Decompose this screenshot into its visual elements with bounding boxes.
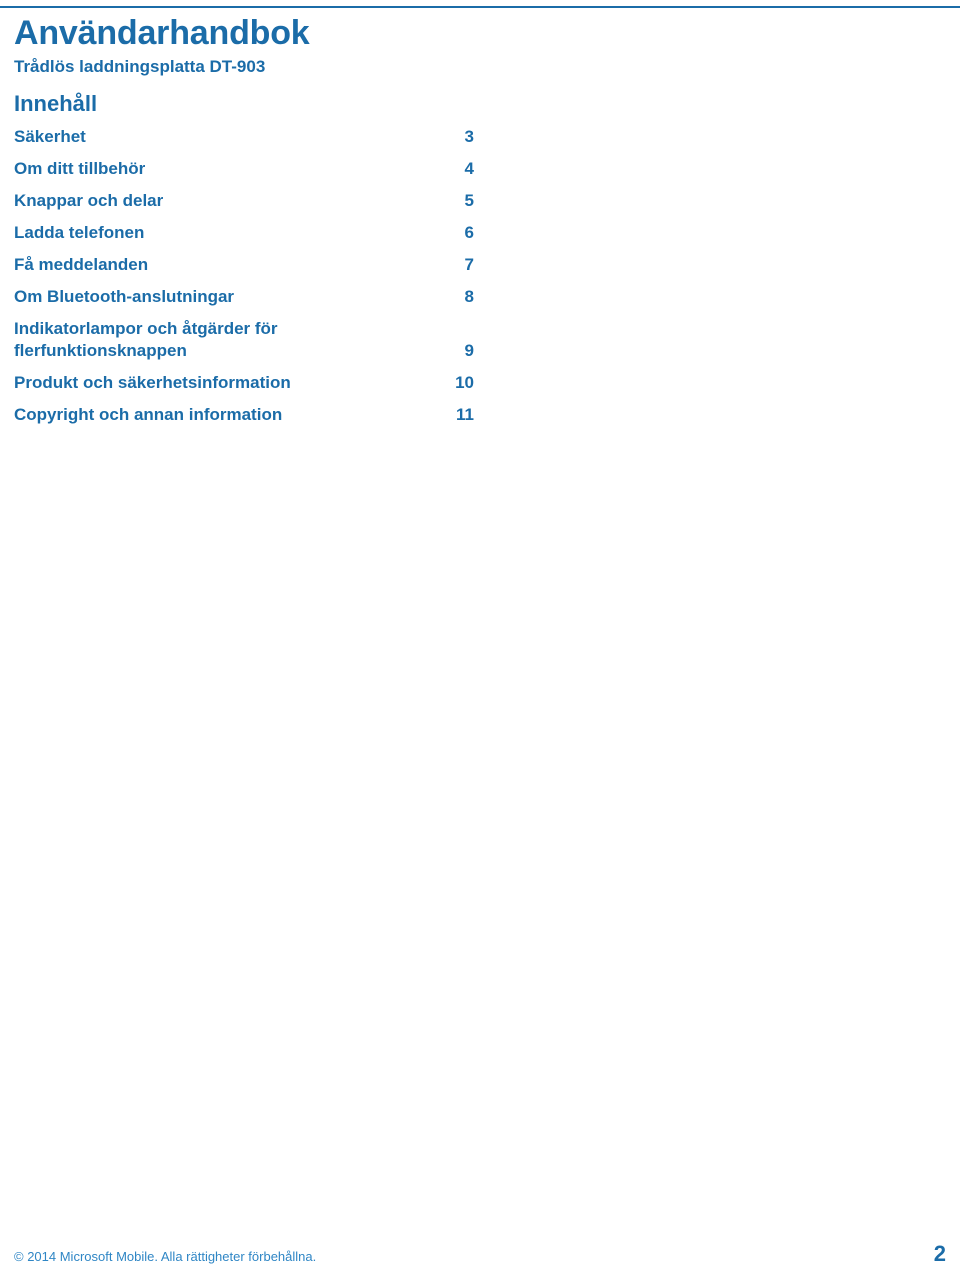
- toc-entry-label: Säkerhet: [14, 126, 86, 146]
- page-title: Användarhandbok: [14, 14, 310, 52]
- page-number: 2: [933, 1241, 946, 1266]
- toc-entry-label: Produkt och säkerhetsinformation: [14, 373, 291, 393]
- toc-entry[interactable]: Produkt och säkerhetsinformation 10: [14, 372, 474, 395]
- toc-heading: Innehåll: [14, 91, 98, 117]
- toc-entry-page: 4: [464, 158, 474, 178]
- toc-entry[interactable]: Få meddelanden 7: [14, 254, 474, 277]
- toc-entry[interactable]: Knappar och delar 5: [14, 190, 474, 213]
- toc-entry[interactable]: Ladda telefonen 6: [14, 222, 474, 245]
- toc-entry-page: 5: [464, 190, 474, 210]
- page-footer: © 2014 Microsoft Mobile. Alla rättighete…: [14, 1243, 946, 1265]
- toc-entry-page: 8: [464, 286, 474, 306]
- toc-entry-page: 7: [464, 254, 474, 274]
- toc-entry-label: Få meddelanden: [14, 254, 149, 274]
- toc-entry-page: 10: [455, 373, 474, 393]
- page-subtitle: Trådlös laddningsplatta DT-903: [14, 57, 266, 77]
- header-rule: [0, 6, 960, 8]
- toc-entry[interactable]: Indikatorlampor och åtgärder för flerfun…: [14, 318, 474, 364]
- toc-entry[interactable]: Copyright och annan information 11: [14, 404, 474, 427]
- toc-entry-label: Ladda telefonen: [14, 222, 145, 242]
- toc-entry-label: Copyright och annan information: [14, 405, 283, 425]
- table-of-contents: Säkerhet 3 Om ditt tillbehör 4 Knappar o…: [14, 126, 474, 427]
- toc-entry-page: 3: [464, 126, 474, 146]
- page-content: Användarhandbok Trådlös laddningsplatta …: [14, 14, 654, 436]
- toc-entry[interactable]: Om Bluetooth-anslutningar 8: [14, 286, 474, 309]
- toc-entry[interactable]: Om ditt tillbehör 4: [14, 158, 474, 181]
- toc-entry-label: Om ditt tillbehör: [14, 158, 146, 178]
- toc-entry-page: 6: [464, 222, 474, 242]
- toc-entry-page: 9: [464, 341, 474, 361]
- toc-entry[interactable]: Säkerhet 3: [14, 126, 474, 149]
- document-page: Användarhandbok Trådlös laddningsplatta …: [0, 0, 960, 1287]
- toc-entry-page: 11: [456, 405, 474, 425]
- toc-entry-label: Om Bluetooth-anslutningar: [14, 286, 235, 306]
- toc-entry-label: Knappar och delar: [14, 190, 164, 210]
- copyright-text: © 2014 Microsoft Mobile. Alla rättighete…: [14, 1249, 317, 1265]
- toc-entry-label: Indikatorlampor och åtgärder för flerfun…: [14, 318, 278, 361]
